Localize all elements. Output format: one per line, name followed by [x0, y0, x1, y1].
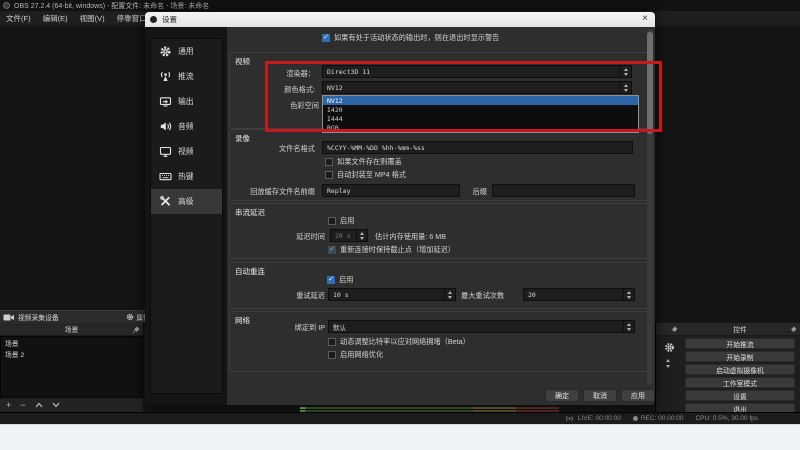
source-label: 视频采集设备 — [18, 315, 59, 322]
auto-reconnect-group: 自动重连 — [229, 262, 652, 309]
obs-titlebar[interactable]: OBS 27.2.4 (64-bit, windows) - 配置文件: 未命名… — [0, 0, 800, 11]
menu-view[interactable]: 视图(V) — [74, 13, 111, 24]
exit-warning-checkbox[interactable]: ✓ 如果有处于活动状态的输出时，则在退出时显示警告 — [322, 33, 499, 43]
checkbox-checked-icon: ✓ — [322, 34, 330, 42]
retry-delay-spinner[interactable]: 10 s — [328, 288, 456, 301]
replay-suffix-input[interactable] — [492, 184, 635, 197]
checkbox-checked-disabled-icon: ✓ — [328, 246, 336, 254]
network-optimize-checkbox[interactable]: 启用网络优化 — [328, 350, 383, 360]
red-annotation-rectangle — [265, 61, 662, 132]
spinner-arrows-icon — [623, 289, 634, 300]
desktop: OBS 27.2.4 (64-bit, windows) - 配置文件: 未命名… — [0, 0, 800, 450]
reconnect-enable-checkbox[interactable]: ✓ 启用 — [327, 275, 353, 285]
live-status: LIVE: 00:00:00 — [565, 415, 621, 422]
overwrite-checkbox[interactable]: 如果文件存在则覆盖 — [325, 157, 402, 167]
sidebar-item-video[interactable]: 视频 — [151, 139, 222, 164]
controls-title: 控件 — [733, 327, 747, 334]
remove-scene-button[interactable]: − — [20, 400, 25, 410]
move-scene-up-button[interactable] — [35, 402, 43, 408]
checkbox-unchecked-icon — [325, 158, 333, 166]
bind-ip-select[interactable]: 默认 — [328, 320, 635, 333]
scene-item[interactable]: 场景 2 — [1, 348, 142, 359]
spinner-arrows-icon — [356, 230, 367, 241]
stream-delay-enable-checkbox[interactable]: 启用 — [328, 216, 354, 226]
camera-icon — [3, 314, 14, 320]
checkbox-unchecked-icon — [328, 351, 336, 359]
sidebar-item-stream[interactable]: 推流 — [151, 64, 222, 89]
checkbox-unchecked-icon — [328, 338, 336, 346]
gear-icon — [160, 46, 171, 57]
spinner-arrows-icon — [444, 289, 455, 300]
speaker-icon — [160, 122, 172, 131]
delay-duration-spinner[interactable]: 20 s — [330, 229, 368, 242]
move-scene-down-button[interactable] — [52, 402, 60, 408]
scenes-panel-header: 场景 — [0, 323, 143, 336]
broadcast-icon — [566, 416, 573, 421]
scene-item[interactable]: 场景 — [1, 337, 142, 348]
pin-icon[interactable] — [671, 326, 678, 333]
dynamic-bitrate-checkbox[interactable]: 动态调整比特率以应对网络拥堵（Beta） — [328, 337, 470, 347]
settings-dialog: 设置 × 通用 推流 输出 音频 视频 热键 高级 ✓ 如果有处于活动状态的输出… — [145, 12, 662, 405]
scene-toolbar: + − — [0, 398, 143, 412]
properties-gear-icon — [127, 313, 134, 321]
keyboard-icon — [159, 172, 172, 181]
tools-icon — [160, 196, 171, 206]
mixer-gear-icon[interactable] — [664, 342, 675, 353]
pin-icon[interactable] — [790, 326, 797, 333]
dialog-titlebar[interactable]: 设置 × — [145, 12, 655, 27]
status-bar: LIVE: 00:00:00 REC: 00:00:00 CPU: 0.5%, … — [0, 412, 800, 424]
spinner-arrows-icon — [623, 321, 634, 332]
monitor-icon — [159, 146, 172, 157]
filename-format-input[interactable]: %CCYY-%MM-%DD %hh-%mm-%ss — [322, 141, 633, 154]
audio-mixer-sliver — [655, 323, 681, 412]
apply-button[interactable]: 应用 — [621, 389, 655, 402]
sidebar-item-general[interactable]: 通用 — [151, 39, 222, 64]
output-icon — [159, 97, 172, 107]
preserve-cutoff-checkbox[interactable]: ✓ 重新连接时保持截止点（增加延迟） — [328, 245, 455, 255]
rec-dot-icon — [632, 415, 638, 421]
cancel-button[interactable]: 取消 — [583, 389, 617, 402]
obs-logo-icon — [150, 16, 157, 23]
remux-mp4-checkbox[interactable]: 自动封装至 MP4 格式 — [325, 170, 406, 180]
source-row[interactable]: 视频采集设备 属性 — [0, 310, 152, 323]
replay-prefix-input[interactable]: Replay — [322, 184, 460, 197]
mixer-volume-stepper[interactable] — [666, 359, 670, 368]
scene-list: 场景 场景 2 — [0, 336, 143, 398]
controls-panel: 控件 开始推流 开始录制 启动虚拟摄像机 工作室模式 设置 退出 — [680, 323, 800, 414]
dialog-title: 设置 — [162, 15, 177, 24]
start-virtual-camera-button[interactable]: 启动虚拟摄像机 — [685, 364, 795, 375]
settings-button[interactable]: 设置 — [685, 390, 795, 401]
settings-sidebar: 通用 推流 输出 音频 视频 热键 高级 — [145, 27, 227, 405]
window-title: OBS 27.2.4 (64-bit, windows) - 配置文件: 未命名… — [14, 2, 210, 10]
checkbox-checked-icon: ✓ — [327, 276, 335, 284]
broadcast-antenna-icon — [160, 71, 171, 81]
studio-mode-button[interactable]: 工作室模式 — [685, 377, 795, 388]
pin-icon[interactable] — [133, 326, 140, 333]
windows-taskbar: 1 5°C 局部晴朗 — [0, 424, 800, 450]
add-scene-button[interactable]: + — [6, 400, 11, 410]
ok-button[interactable]: 确定 — [545, 389, 579, 402]
checkbox-unchecked-icon — [328, 217, 336, 225]
sidebar-item-advanced[interactable]: 高级 — [151, 189, 222, 214]
start-streaming-button[interactable]: 开始推流 — [685, 338, 795, 349]
max-retries-spinner[interactable]: 20 — [523, 288, 635, 301]
close-icon[interactable]: × — [642, 13, 648, 24]
rec-status: REC: 00:00:00 — [632, 415, 683, 422]
menu-file[interactable]: 文件(F) — [0, 13, 37, 24]
checkbox-unchecked-icon — [325, 171, 333, 179]
obs-logo-icon — [3, 2, 10, 9]
sidebar-item-hotkeys[interactable]: 热键 — [151, 164, 222, 189]
start-recording-button[interactable]: 开始录制 — [685, 351, 795, 362]
sidebar-item-audio[interactable]: 音频 — [151, 114, 222, 139]
cpu-status: CPU: 0.5%, 30.00 fps — [695, 415, 758, 423]
scenes-title: 场景 — [64, 327, 79, 334]
menu-edit[interactable]: 编辑(E) — [37, 13, 74, 24]
sidebar-item-output[interactable]: 输出 — [151, 89, 222, 114]
